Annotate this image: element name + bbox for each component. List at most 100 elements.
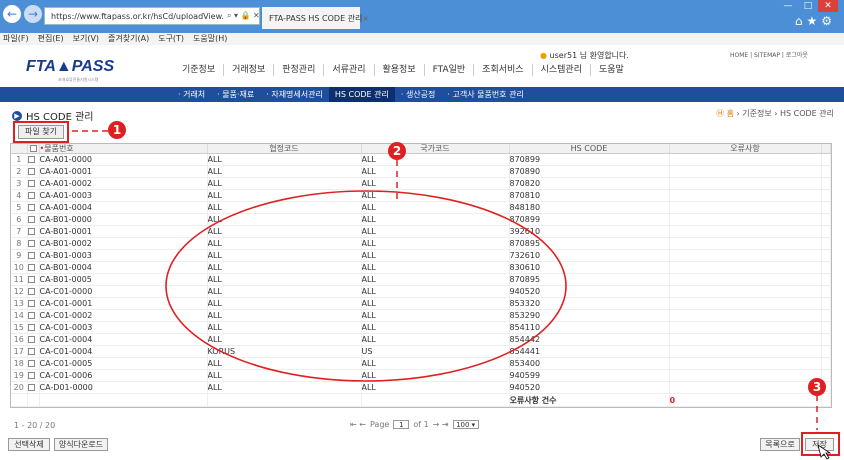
- cell-hs-code[interactable]: 732610: [509, 249, 670, 262]
- cell-hs-code[interactable]: 854442: [509, 333, 670, 346]
- row-checkbox[interactable]: [27, 156, 35, 163]
- main-menu-item[interactable]: 서류관리: [323, 64, 373, 76]
- cell-country-code[interactable]: ALL: [361, 261, 510, 274]
- cell-hs-code[interactable]: 853320: [509, 297, 670, 310]
- cell-agreement-code[interactable]: ALL: [207, 309, 362, 322]
- cell-hs-code[interactable]: 870820: [509, 177, 670, 190]
- main-menu-item[interactable]: 판정관리: [273, 64, 323, 76]
- delete-selected-button[interactable]: 선택삭제: [8, 438, 50, 451]
- menu-favorites[interactable]: 즐겨찾기(A): [108, 33, 149, 45]
- back-icon[interactable]: ←: [3, 5, 21, 23]
- top-links[interactable]: HOME | SITEMAP | 로그아웃: [730, 50, 808, 59]
- cell-agreement-code[interactable]: ALL: [207, 213, 362, 226]
- row-checkbox[interactable]: [27, 180, 35, 187]
- cell-item-no[interactable]: CA-B01-0004: [39, 261, 208, 274]
- cell-item-no[interactable]: CA-C01-0006: [39, 369, 208, 382]
- cell-country-code[interactable]: ALL: [361, 357, 510, 370]
- table-row[interactable]: 2 CA-A01-0001 ALL ALL 870890: [11, 165, 831, 178]
- cell-hs-code[interactable]: 853290: [509, 309, 670, 322]
- table-row[interactable]: 18 CA-C01-0005 ALL ALL 853400: [11, 357, 831, 370]
- table-row[interactable]: 19 CA-C01-0006 ALL ALL 940599: [11, 369, 831, 382]
- row-checkbox[interactable]: [27, 324, 35, 331]
- forward-icon[interactable]: →: [24, 5, 42, 23]
- cell-hs-code[interactable]: 853400: [509, 357, 670, 370]
- header-item-no[interactable]: •물품번호: [39, 144, 208, 154]
- row-select-cell[interactable]: [27, 369, 40, 382]
- cell-item-no[interactable]: CA-A01-0000: [39, 153, 208, 166]
- sub-menu-item[interactable]: · 물품·재료: [211, 87, 260, 102]
- cell-item-no[interactable]: CA-B01-0001: [39, 225, 208, 238]
- row-select-cell[interactable]: [27, 345, 40, 358]
- cell-country-code[interactable]: ALL: [361, 297, 510, 310]
- row-select-cell[interactable]: [27, 261, 40, 274]
- table-row[interactable]: 15 CA-C01-0003 ALL ALL 854110: [11, 321, 831, 334]
- cell-item-no[interactable]: CA-C01-0002: [39, 309, 208, 322]
- cell-hs-code[interactable]: 870899: [509, 213, 670, 226]
- cell-item-no[interactable]: CA-C01-0005: [39, 357, 208, 370]
- page-number-input[interactable]: 1: [393, 420, 410, 429]
- main-menu-item[interactable]: 도움말: [589, 64, 632, 76]
- row-select-cell[interactable]: [27, 273, 40, 286]
- header-agreement-code[interactable]: 협정코드: [207, 144, 362, 154]
- cell-agreement-code[interactable]: ALL: [207, 177, 362, 190]
- main-menu-item[interactable]: FTA일반: [423, 64, 474, 76]
- cell-hs-code[interactable]: 940599: [509, 369, 670, 382]
- table-row[interactable]: 11 CA-B01-0005 ALL ALL 870895: [11, 273, 831, 286]
- row-checkbox[interactable]: [27, 312, 35, 319]
- header-country-code[interactable]: 국가코드: [361, 144, 510, 154]
- cell-country-code[interactable]: ALL: [361, 369, 510, 382]
- cell-country-code[interactable]: ALL: [361, 333, 510, 346]
- cell-agreement-code[interactable]: ALL: [207, 201, 362, 214]
- cell-item-no[interactable]: CA-B01-0002: [39, 237, 208, 250]
- cell-country-code[interactable]: ALL: [361, 381, 510, 394]
- page-size-select[interactable]: 100 ▾: [452, 420, 479, 429]
- cell-item-no[interactable]: CA-B01-0000: [39, 213, 208, 226]
- cell-country-code[interactable]: ALL: [361, 189, 510, 202]
- cell-country-code[interactable]: ALL: [361, 273, 510, 286]
- cell-agreement-code[interactable]: ALL: [207, 237, 362, 250]
- header-error[interactable]: 오류사항: [669, 144, 822, 154]
- row-select-cell[interactable]: [27, 177, 40, 190]
- table-row[interactable]: 6 CA-B01-0000 ALL ALL 870899: [11, 213, 831, 226]
- cell-agreement-code[interactable]: ALL: [207, 333, 362, 346]
- table-row[interactable]: 20 CA-D01-0000 ALL ALL 940520: [11, 381, 831, 394]
- row-select-cell[interactable]: [27, 333, 40, 346]
- table-row[interactable]: 4 CA-A01-0003 ALL ALL 870810: [11, 189, 831, 202]
- row-checkbox[interactable]: [27, 276, 35, 283]
- cell-agreement-code[interactable]: ALL: [207, 153, 362, 166]
- cell-country-code[interactable]: ALL: [361, 153, 510, 166]
- table-row[interactable]: 10 CA-B01-0004 ALL ALL 830610: [11, 261, 831, 274]
- cell-item-no[interactable]: CA-C01-0001: [39, 297, 208, 310]
- menu-edit[interactable]: 편집(E): [38, 33, 64, 45]
- cell-country-code[interactable]: ALL: [361, 321, 510, 334]
- header-select-all[interactable]: [27, 144, 40, 154]
- row-checkbox[interactable]: [27, 216, 35, 223]
- cell-item-no[interactable]: CA-A01-0004: [39, 201, 208, 214]
- row-select-cell[interactable]: [27, 201, 40, 214]
- sub-menu-item[interactable]: · 고객사 물품번호 관리: [441, 87, 529, 102]
- favorites-star-icon[interactable]: ★: [806, 14, 821, 28]
- row-checkbox[interactable]: [27, 192, 35, 199]
- breadcrumb-home[interactable]: Ⓗ 홈: [716, 109, 734, 118]
- close-window-icon[interactable]: ✕: [818, 0, 838, 12]
- cell-item-no[interactable]: CA-B01-0005: [39, 273, 208, 286]
- cell-item-no[interactable]: CA-C01-0004: [39, 333, 208, 346]
- cell-item-no[interactable]: CA-D01-0000: [39, 381, 208, 394]
- download-template-button[interactable]: 양식다운로드: [54, 438, 108, 451]
- cell-agreement-code[interactable]: ALL: [207, 261, 362, 274]
- row-checkbox[interactable]: [27, 228, 35, 235]
- row-select-cell[interactable]: [27, 381, 40, 394]
- table-row[interactable]: 1 CA-A01-0000 ALL ALL 870899: [11, 153, 831, 166]
- row-select-cell[interactable]: [27, 189, 40, 202]
- cell-country-code[interactable]: ALL: [361, 285, 510, 298]
- cell-agreement-code[interactable]: ALL: [207, 285, 362, 298]
- table-row[interactable]: 14 CA-C01-0002 ALL ALL 853290: [11, 309, 831, 322]
- row-checkbox[interactable]: [27, 300, 35, 307]
- cell-item-no[interactable]: CA-A01-0002: [39, 177, 208, 190]
- row-select-cell[interactable]: [27, 297, 40, 310]
- cell-country-code[interactable]: ALL: [361, 309, 510, 322]
- cell-hs-code[interactable]: 854441: [509, 345, 670, 358]
- main-menu-item[interactable]: 거래정보: [223, 64, 273, 76]
- cell-hs-code[interactable]: 940520: [509, 381, 670, 394]
- row-select-cell[interactable]: [27, 249, 40, 262]
